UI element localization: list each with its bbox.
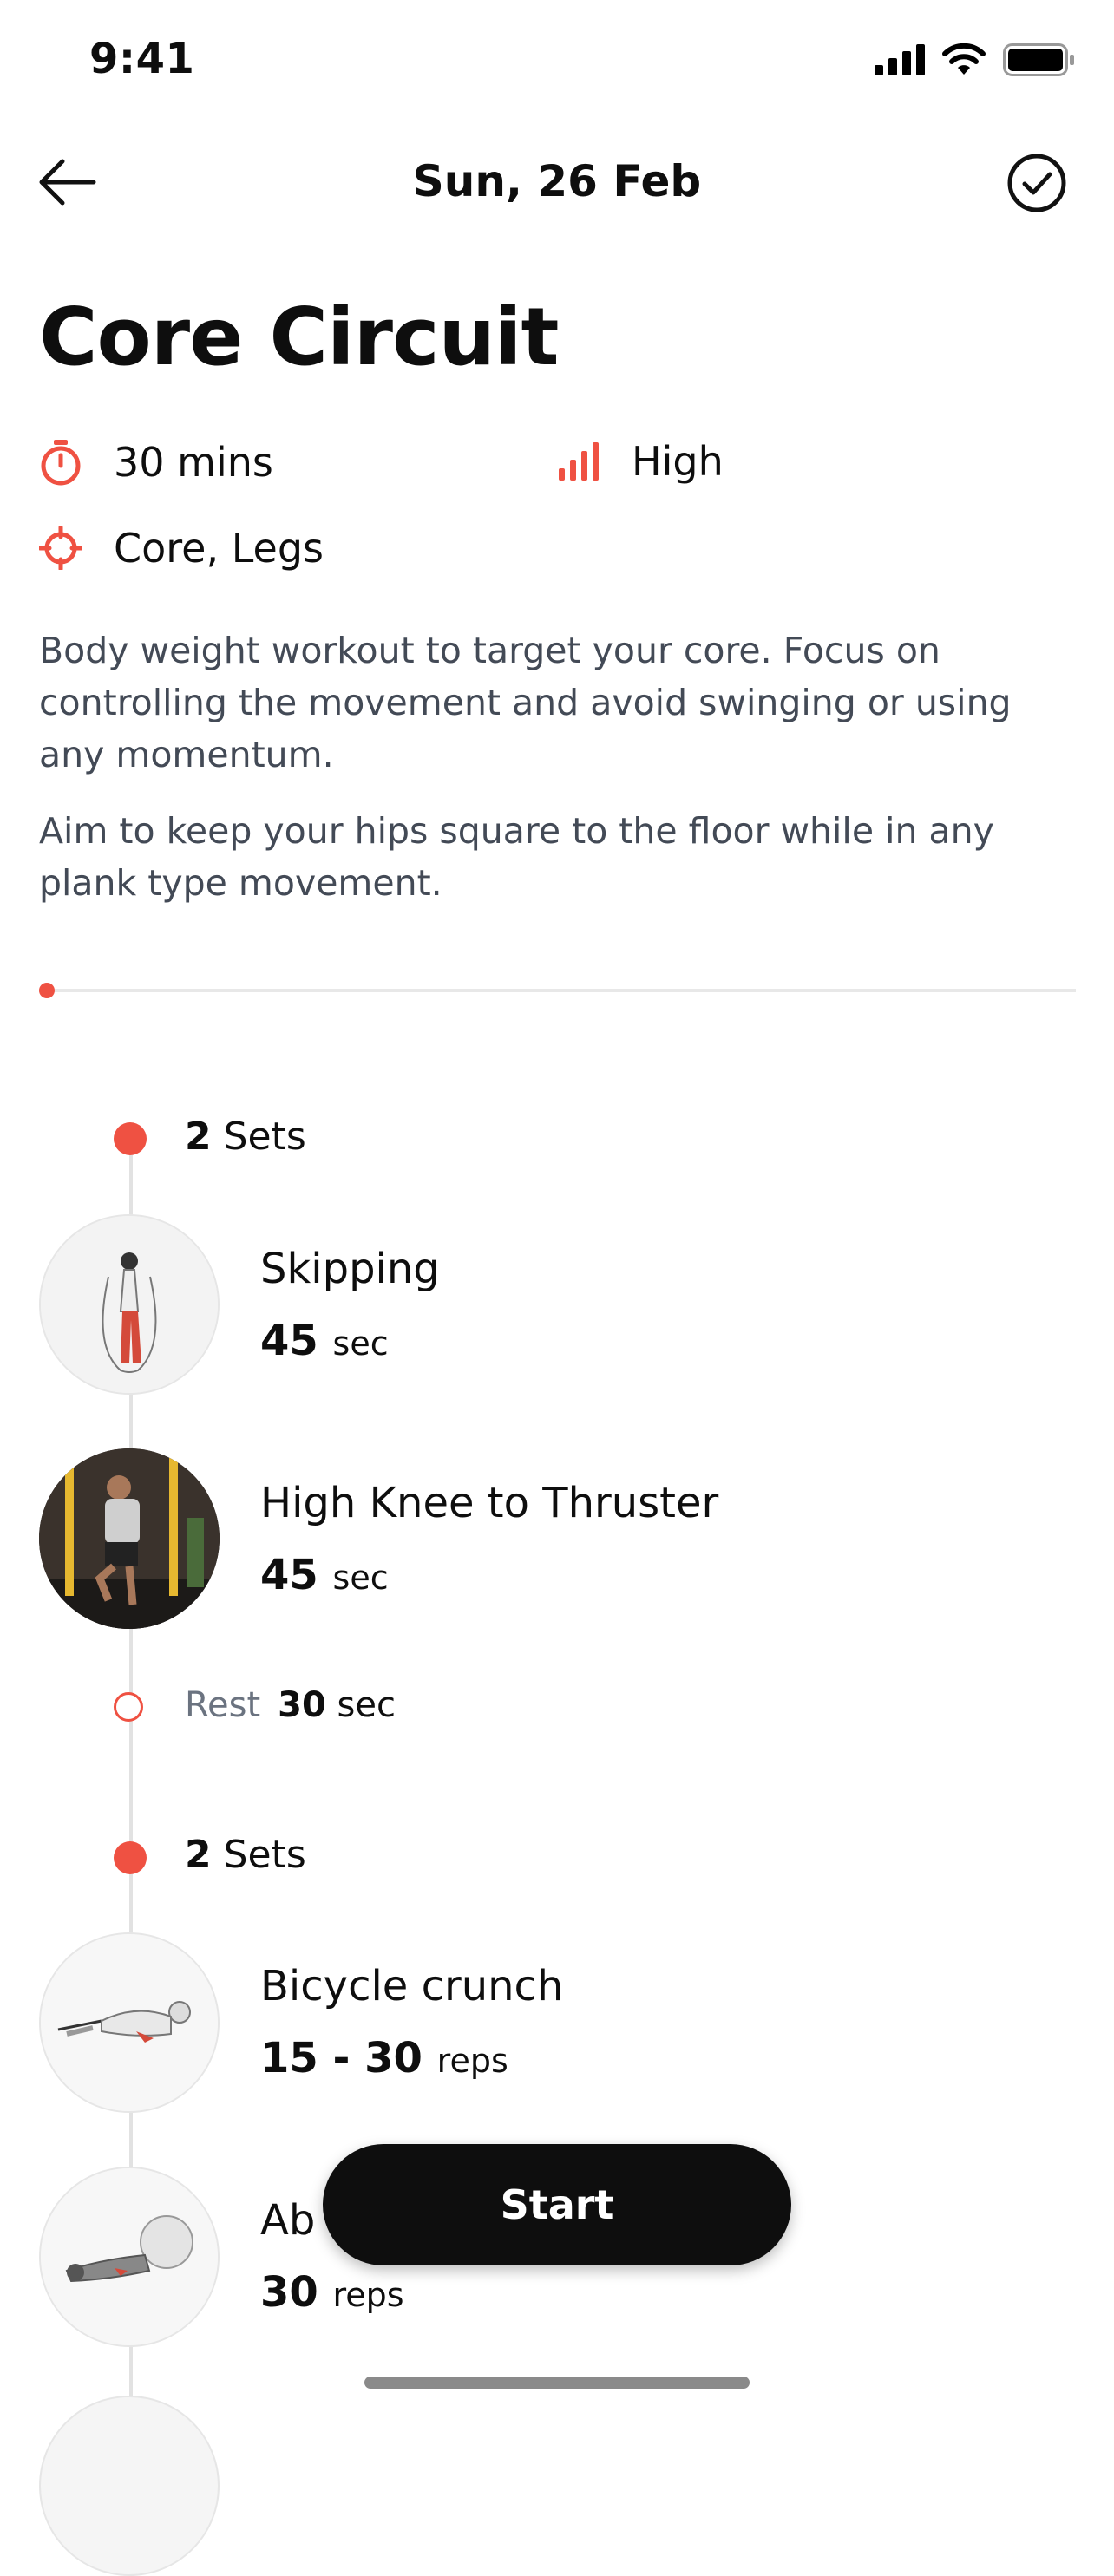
rest-row: Rest 30 sec xyxy=(185,1685,396,1725)
start-button[interactable]: Start xyxy=(323,2144,791,2265)
exercise-duration: 45 sec xyxy=(260,1317,389,1365)
exercise-reps: 15 - 30 reps xyxy=(260,2034,508,2082)
wifi-icon xyxy=(942,43,986,75)
workout-title: Core Circuit xyxy=(39,291,559,383)
exercise-name[interactable]: Ab xyxy=(260,2196,315,2245)
battery-icon xyxy=(1003,43,1074,76)
crosshair-target-icon xyxy=(39,526,82,570)
exercise-name[interactable]: High Knee to Thruster xyxy=(260,1479,718,1527)
description-paragraph-2: Aim to keep your hips square to the floo… xyxy=(39,810,994,904)
rest-marker xyxy=(114,1692,143,1722)
signal-icon xyxy=(875,44,925,75)
status-icons xyxy=(875,43,1076,76)
progress-track xyxy=(39,989,1076,992)
exercise-thumbnail-next[interactable] xyxy=(39,2396,220,2576)
progress-marker xyxy=(39,983,55,998)
exercise-thumbnail-ab[interactable] xyxy=(39,2167,220,2347)
exercise-thumbnail-skipping[interactable] xyxy=(39,1214,220,1395)
set-marker xyxy=(114,1122,147,1155)
bicycle-crunch-figure-icon xyxy=(41,1934,218,2111)
exercise-thumbnail-high-knee[interactable] xyxy=(39,1448,220,1629)
stopwatch-icon xyxy=(41,440,81,486)
exercise-thumbnail-bicycle-crunch[interactable] xyxy=(39,1932,220,2113)
high-knee-photo-icon xyxy=(39,1448,220,1629)
duration-row: 30 mins xyxy=(39,438,273,487)
checkmark-circle-icon[interactable] xyxy=(1006,153,1067,213)
page-date-title: Sun, 26 Feb xyxy=(412,156,702,206)
status-time: 9:41 xyxy=(89,35,195,83)
duration-text: 30 mins xyxy=(114,439,273,486)
intensity-bars-icon xyxy=(559,442,599,481)
intensity-row: High xyxy=(557,438,724,485)
set-marker xyxy=(114,1841,147,1874)
target-text: Core, Legs xyxy=(114,525,324,572)
exercise-name[interactable]: Skipping xyxy=(260,1245,440,1293)
set-count-label: 2 Sets xyxy=(185,1833,306,1877)
intensity-text: High xyxy=(632,438,724,485)
skipping-figure-icon xyxy=(41,1216,218,1393)
home-indicator xyxy=(364,2377,750,2389)
ab-ball-figure-icon xyxy=(41,2168,218,2345)
target-row: Core, Legs xyxy=(39,525,324,572)
exercise-reps: 30 reps xyxy=(260,2268,404,2317)
description-paragraph-1: Body weight workout to target your core.… xyxy=(39,630,1012,775)
exercise-duration: 45 sec xyxy=(260,1551,389,1599)
exercise-name[interactable]: Bicycle crunch xyxy=(260,1962,563,2010)
set-count-label: 2 Sets xyxy=(185,1115,306,1159)
